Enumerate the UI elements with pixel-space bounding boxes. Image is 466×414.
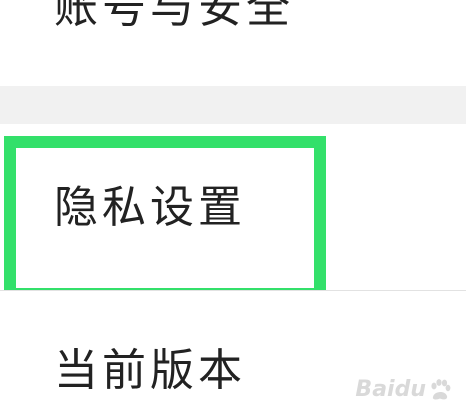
watermark-text: Baidu <box>355 377 426 402</box>
settings-item-privacy[interactable]: 隐私设置 <box>0 124 466 290</box>
settings-item-label: 当前版本 <box>54 345 246 396</box>
settings-item-label: 账号与安全 <box>54 0 294 33</box>
settings-item-account-security[interactable]: 账号与安全 <box>0 0 466 86</box>
baidu-watermark: Baidu <box>355 377 452 402</box>
section-divider <box>0 86 466 124</box>
baidu-paw-icon <box>431 378 451 399</box>
settings-item-label: 隐私设置 <box>54 182 246 233</box>
